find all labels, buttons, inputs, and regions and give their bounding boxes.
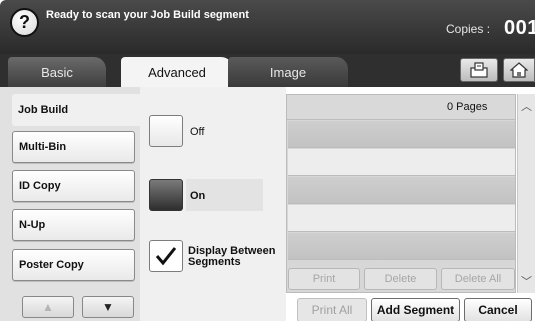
list-item[interactable]: [288, 177, 515, 204]
sidebar-item-poster-copy[interactable]: Poster Copy: [12, 249, 135, 281]
copies-label: Copies :: [446, 22, 491, 36]
job-status-button[interactable]: [460, 58, 498, 82]
checkmark-icon: [155, 247, 177, 266]
tab-basic[interactable]: Basic: [8, 57, 106, 87]
list-scrollbar[interactable]: [517, 94, 535, 293]
tab-advanced[interactable]: Advanced: [121, 57, 233, 88]
sidebar-item-multi-bin[interactable]: Multi-Bin: [12, 131, 135, 163]
home-button[interactable]: [503, 58, 535, 82]
sidebar-scroll-up-button[interactable]: ▲: [22, 296, 74, 318]
chevron-up-icon: ︿: [521, 101, 532, 113]
on-label: On: [190, 190, 206, 202]
display-between-label: Display Between Segments: [188, 246, 275, 268]
pages-count: 0 Pages: [447, 101, 488, 113]
sidebar-item-id-copy[interactable]: ID Copy: [12, 170, 135, 202]
question-icon: ?: [19, 12, 30, 32]
print-all-button[interactable]: Print All: [297, 298, 367, 321]
on-toggle[interactable]: [149, 179, 183, 211]
delete-all-button[interactable]: Delete All: [441, 268, 515, 290]
arrow-down-icon: ▼: [102, 300, 114, 314]
list-scroll-up-button[interactable]: ︿: [518, 96, 535, 116]
sidebar-scroll-down-button[interactable]: ▼: [82, 296, 134, 318]
delete-segment-button[interactable]: Delete: [364, 268, 437, 290]
sidebar-item-n-up[interactable]: N-Up: [12, 209, 135, 241]
sidebar-item-job-build[interactable]: Job Build: [12, 94, 140, 126]
copies-value[interactable]: 001: [504, 17, 535, 40]
print-segment-button[interactable]: Print: [288, 268, 360, 290]
off-label: Off: [190, 126, 205, 138]
display-between-checkbox[interactable]: [149, 240, 183, 272]
add-segment-button[interactable]: Add Segment: [371, 298, 460, 321]
list-item[interactable]: [288, 233, 515, 260]
chevron-down-icon: ﹀: [521, 276, 532, 288]
tray-icon: [470, 62, 488, 78]
list-item[interactable]: [288, 205, 515, 232]
tab-image[interactable]: Image: [228, 57, 348, 87]
list-item[interactable]: [288, 149, 515, 176]
help-button[interactable]: ?: [10, 8, 39, 37]
cancel-button[interactable]: Cancel: [464, 298, 532, 321]
list-scroll-down-button[interactable]: ﹀: [518, 271, 535, 291]
status-message: Ready to scan your Job Build segment: [46, 9, 249, 21]
list-item[interactable]: [288, 121, 515, 148]
home-icon: [510, 62, 528, 78]
arrow-up-icon: ▲: [42, 300, 54, 314]
display-between-label-line2: Segments: [188, 256, 241, 268]
off-toggle[interactable]: [149, 115, 183, 147]
